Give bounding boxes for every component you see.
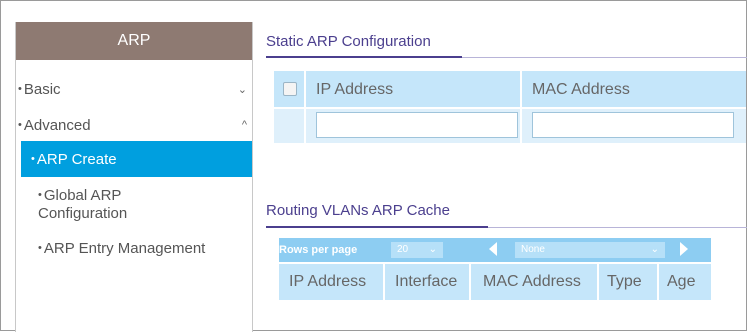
sidebar-header: ARP bbox=[16, 22, 252, 60]
sidebar-item-label-line2: Configuration bbox=[38, 205, 128, 222]
sidebar-item-advanced[interactable]: • Advanced ^ bbox=[18, 117, 255, 134]
bullet-icon: • bbox=[38, 189, 42, 201]
chevron-up-icon[interactable]: ^ bbox=[242, 119, 247, 131]
page-select-value: None bbox=[521, 244, 545, 255]
sidebar-item-arp-create[interactable]: • ARP Create bbox=[21, 141, 252, 177]
column-header-ip-address[interactable]: IP Address bbox=[289, 273, 366, 291]
column-header-interface[interactable]: Interface bbox=[395, 273, 457, 291]
row-divider bbox=[274, 107, 746, 109]
title-underline bbox=[266, 226, 488, 228]
column-divider bbox=[657, 264, 659, 300]
rows-per-page-label: Rows per page bbox=[279, 244, 358, 256]
rows-per-page-value: 20 bbox=[397, 244, 409, 255]
sidebar-item-label: Advanced bbox=[23, 117, 91, 134]
column-header-age[interactable]: Age bbox=[667, 273, 695, 291]
mac-address-input[interactable] bbox=[532, 112, 734, 138]
page-frame: ARP • Basic ⌄ • Advanced ^ • ARP Create • Gl… bbox=[0, 0, 747, 332]
column-header-mac-address[interactable]: MAC Address bbox=[483, 273, 581, 291]
select-all-checkbox[interactable] bbox=[283, 82, 297, 96]
column-header-mac-address: MAC Address bbox=[532, 81, 630, 98]
ip-address-input[interactable] bbox=[316, 112, 518, 138]
bullet-icon: • bbox=[18, 83, 22, 95]
sidebar-item-global-arp-configuration[interactable]: • Global ARP Configuration bbox=[38, 186, 238, 223]
chevron-down-icon[interactable]: ⌄ bbox=[238, 83, 247, 96]
chevron-down-icon: ⌄ bbox=[650, 244, 659, 255]
column-divider bbox=[597, 264, 599, 300]
sidebar-item-label: Basic bbox=[23, 81, 61, 98]
page-select[interactable]: None ⌄ bbox=[515, 242, 665, 258]
chevron-down-icon: ⌄ bbox=[428, 244, 437, 255]
routing-vlans-arp-cache-title: Routing VLANs ARP Cache bbox=[266, 202, 450, 219]
column-header-ip-address: IP Address bbox=[316, 81, 394, 98]
sidebar-item-label: Global ARP bbox=[43, 187, 122, 204]
sidebar-item-label: ARP Create bbox=[36, 151, 117, 168]
sidebar-item-label: ARP Entry Management bbox=[43, 240, 206, 257]
sidebar-nav: ARP • Basic ⌄ • Advanced ^ • ARP Create • Gl… bbox=[15, 22, 253, 332]
previous-page-icon[interactable] bbox=[489, 242, 497, 256]
column-divider bbox=[383, 264, 385, 300]
column-header-type[interactable]: Type bbox=[607, 273, 642, 291]
sidebar-item-basic[interactable]: • Basic ⌄ bbox=[18, 81, 255, 98]
sidebar-item-arp-entry-management[interactable]: • ARP Entry Management bbox=[38, 240, 275, 257]
arp-cache-table-header: IP Address Interface MAC Address Type Ag… bbox=[279, 264, 711, 300]
pagination-bar: Rows per page 20 ⌄ None ⌄ bbox=[279, 238, 711, 262]
bullet-icon: • bbox=[18, 119, 22, 131]
static-arp-title: Static ARP Configuration bbox=[266, 33, 431, 50]
arp-cache-table: Rows per page 20 ⌄ None ⌄ IP Address Int… bbox=[279, 238, 711, 306]
bullet-icon: • bbox=[31, 153, 35, 165]
bullet-icon: • bbox=[38, 242, 42, 254]
rows-per-page-select[interactable]: 20 ⌄ bbox=[391, 242, 443, 258]
next-page-icon[interactable] bbox=[680, 242, 688, 256]
column-divider bbox=[469, 264, 471, 300]
static-arp-table: IP Address MAC Address bbox=[274, 71, 746, 143]
title-underline bbox=[266, 56, 462, 58]
